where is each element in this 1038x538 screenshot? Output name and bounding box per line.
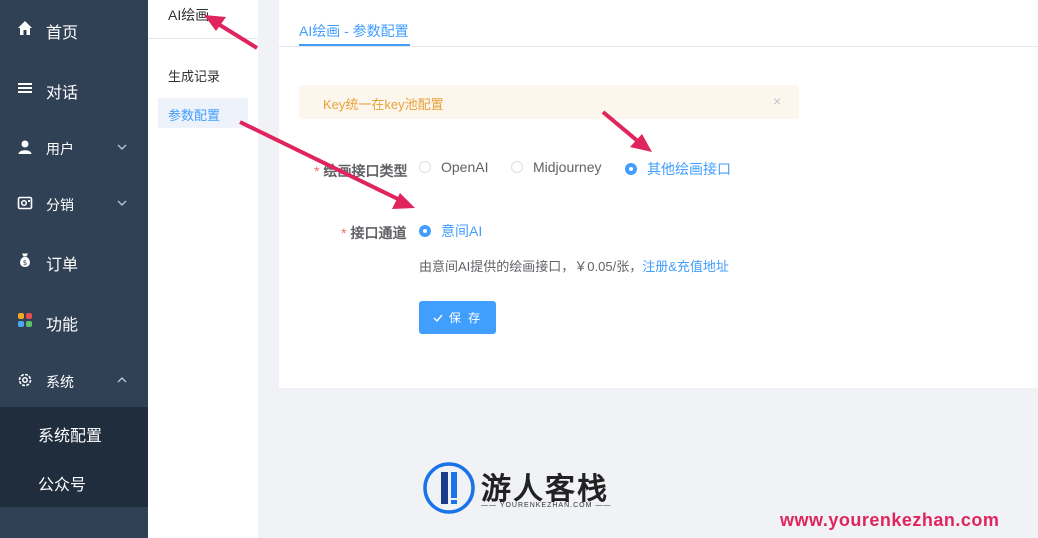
radio-label: 意间AI xyxy=(441,223,483,239)
chevron-down-icon xyxy=(117,144,127,150)
divider xyxy=(148,38,258,39)
radio-checked-icon xyxy=(419,225,431,237)
sidebar-item-features[interactable]: 功能 xyxy=(0,300,148,340)
tab-param-config[interactable]: AI绘画 - 参数配置 xyxy=(299,21,409,41)
check-icon xyxy=(433,314,443,322)
radio-yijian-ai[interactable]: 意间AI xyxy=(419,221,482,241)
sidebar-item-label: 功能 xyxy=(46,317,79,334)
secondary-menu: AI绘画 生成记录 参数配置 xyxy=(148,0,258,538)
sidebar-item-label: 首页 xyxy=(46,25,79,42)
radio-label: 其他绘画接口 xyxy=(647,161,731,177)
sidebar-item-label: 分销 xyxy=(46,197,74,213)
logo-mark-icon xyxy=(423,462,475,514)
required-mark: * xyxy=(341,225,347,241)
site-logo: 游人客栈 —— YOURENKEZHAN.COM —— xyxy=(423,462,613,518)
radio-other-api[interactable]: 其他绘画接口 xyxy=(625,159,731,179)
form-label-channel: * 接口通道 xyxy=(341,223,406,243)
system-submenu: 系统配置 公众号 xyxy=(0,407,148,507)
secondary-menu-title[interactable]: AI绘画 xyxy=(168,5,209,25)
menu-item-param-config[interactable]: 参数配置 xyxy=(168,105,220,124)
radio-label: OpenAI xyxy=(441,159,489,175)
radio-openai[interactable]: OpenAI xyxy=(419,159,488,175)
register-recharge-link[interactable]: 注册&充值地址 xyxy=(642,259,729,274)
channel-description: 由意间AI提供的绘画接口，￥0.05/张，注册&充值地址 xyxy=(419,256,729,275)
form-label-type: * 绘画接口类型 xyxy=(314,161,407,181)
share-icon xyxy=(17,196,33,210)
menu-item-generation-records[interactable]: 生成记录 xyxy=(168,66,220,85)
form-label-type-text: 绘画接口类型 xyxy=(323,163,408,179)
config-card: AI绘画 - 参数配置 Key统一在key池配置 × * 绘画接口类型 OpenA… xyxy=(279,0,1038,388)
logo-subtext: —— YOURENKEZHAN.COM —— xyxy=(481,502,612,509)
sidebar-item-users[interactable]: 用户 xyxy=(0,127,148,167)
sidebar-item-label: 系统 xyxy=(46,374,74,390)
sidebar-item-home[interactable]: 首页 xyxy=(0,8,148,48)
sidebar-item-label: 订单 xyxy=(46,257,79,274)
home-icon xyxy=(18,21,32,35)
close-icon[interactable]: × xyxy=(773,93,781,109)
radio-circle-icon xyxy=(419,161,431,173)
alert-text: Key统一在key池配置 xyxy=(323,97,444,112)
radio-circle-icon xyxy=(511,161,523,173)
warning-alert: Key统一在key池配置 × xyxy=(299,85,799,119)
tab-divider xyxy=(279,46,1038,47)
user-icon xyxy=(18,140,32,154)
apps-icon xyxy=(18,313,32,327)
chevron-down-icon xyxy=(117,200,127,206)
sidebar-item-distribution[interactable]: 分销 xyxy=(0,183,148,223)
save-button[interactable]: 保 存 xyxy=(419,301,496,334)
sidebar-item-chat[interactable]: 对话 xyxy=(0,68,148,108)
description-text: 由意间AI提供的绘画接口，￥0.05/张， xyxy=(419,259,643,274)
money-bag-icon: $ xyxy=(20,253,30,267)
sidebar-item-orders[interactable]: $ 订单 xyxy=(0,240,148,280)
list-icon xyxy=(18,83,32,93)
form-label-channel-text: 接口通道 xyxy=(350,225,407,241)
submenu-item-system-config[interactable]: 系统配置 xyxy=(38,422,102,446)
save-button-label: 保 存 xyxy=(448,311,483,325)
sidebar-item-label: 对话 xyxy=(46,85,79,102)
svg-text:$: $ xyxy=(23,259,27,267)
radio-midjourney[interactable]: Midjourney xyxy=(511,159,601,175)
site-watermark: www.yourenkezhan.com xyxy=(780,510,1000,530)
chevron-up-icon xyxy=(117,377,127,383)
sidebar: 首页 对话 用户 分销 $ 订单 功能 系统 系统配置 公众号 xyxy=(0,0,148,538)
sidebar-item-label: 用户 xyxy=(46,141,74,157)
radio-checked-icon xyxy=(625,163,637,175)
submenu-item-official-account[interactable]: 公众号 xyxy=(38,471,86,495)
sidebar-item-system[interactable]: 系统 xyxy=(0,360,148,400)
gear-icon xyxy=(18,373,32,387)
radio-label: Midjourney xyxy=(533,159,602,175)
required-mark: * xyxy=(314,163,320,179)
